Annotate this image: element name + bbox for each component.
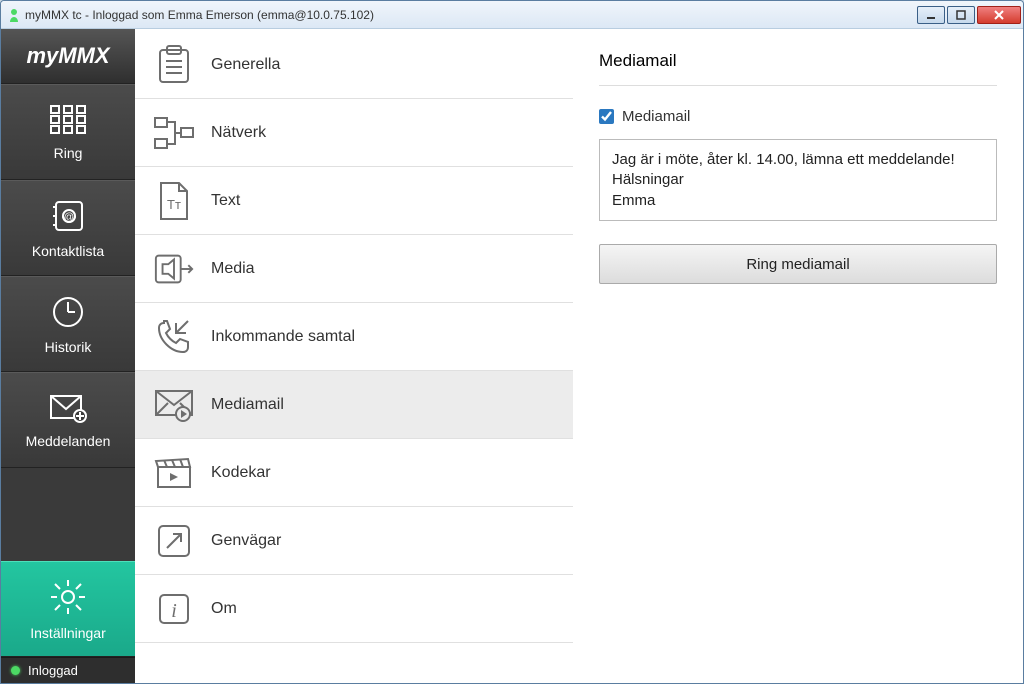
settings-item-incoming[interactable]: Inkommande samtal xyxy=(135,303,573,371)
status-text: Inloggad xyxy=(28,663,78,678)
settings-item-label: Text xyxy=(211,192,240,210)
mediamail-checkbox[interactable] xyxy=(599,109,614,124)
nav-ring[interactable]: Ring xyxy=(1,84,135,180)
settings-item-label: Nätverk xyxy=(211,124,266,142)
checkbox-label: Mediamail xyxy=(622,108,690,125)
content-area: myMMX Ring @ xyxy=(1,29,1023,683)
clapper-icon xyxy=(153,452,195,494)
titlebar: myMMX tc - Inloggad som Emma Emerson (em… xyxy=(1,1,1023,29)
settings-item-media[interactable]: Media xyxy=(135,235,573,303)
speaker-icon xyxy=(153,248,195,290)
ring-mediamail-button[interactable]: Ring mediamail xyxy=(599,244,997,284)
window-controls xyxy=(917,6,1021,24)
settings-item-codecs[interactable]: Kodekar xyxy=(135,439,573,507)
window-title: myMMX tc - Inloggad som Emma Emerson (em… xyxy=(25,8,917,22)
clipboard-icon xyxy=(153,44,195,86)
nav-spacer xyxy=(1,468,135,561)
settings-item-label: Kodekar xyxy=(211,464,271,482)
nav-messages[interactable]: Meddelanden xyxy=(1,372,135,468)
network-icon xyxy=(153,112,195,154)
svg-text:Tᴛ: Tᴛ xyxy=(167,197,181,212)
phone-incoming-icon xyxy=(153,316,195,358)
settings-item-label: Genvägar xyxy=(211,532,281,550)
text-file-icon: Tᴛ xyxy=(153,180,195,222)
envelope-plus-icon xyxy=(48,392,88,427)
app-logo: myMMX xyxy=(1,29,135,84)
gear-icon xyxy=(49,578,87,619)
settings-item-about[interactable]: i Om xyxy=(135,575,573,643)
main-nav: myMMX Ring @ xyxy=(1,29,135,683)
nav-label: Ring xyxy=(54,145,83,161)
address-book-icon: @ xyxy=(50,198,86,237)
mediamail-message-input[interactable] xyxy=(599,139,997,221)
mediamail-checkbox-row[interactable]: Mediamail xyxy=(599,108,997,125)
svg-text:i: i xyxy=(171,600,177,622)
settings-item-network[interactable]: Nätverk xyxy=(135,99,573,167)
nav-label: Historik xyxy=(45,339,92,355)
svg-text:@: @ xyxy=(64,212,74,223)
clock-icon xyxy=(50,294,86,333)
settings-item-label: Media xyxy=(211,260,255,278)
settings-item-label: Inkommande samtal xyxy=(211,328,355,346)
settings-item-text[interactable]: Tᴛ Text xyxy=(135,167,573,235)
nav-label: Kontaktlista xyxy=(32,243,104,259)
detail-heading: Mediamail xyxy=(599,51,997,86)
nav-label: Meddelanden xyxy=(26,433,111,449)
envelope-play-icon xyxy=(153,384,195,426)
dialpad-icon xyxy=(49,104,87,139)
app-window: myMMX tc - Inloggad som Emma Emerson (em… xyxy=(0,0,1024,684)
settings-item-label: Mediamail xyxy=(211,396,284,414)
settings-item-mediamail[interactable]: Mediamail xyxy=(135,371,573,439)
detail-pane: Mediamail Mediamail Ring mediamail xyxy=(573,29,1023,683)
close-button[interactable] xyxy=(977,6,1021,24)
settings-list: Generella Nätverk Tᴛ Text Media xyxy=(135,29,573,683)
presence-icon xyxy=(9,8,19,22)
settings-item-general[interactable]: Generella xyxy=(135,31,573,99)
minimize-button[interactable] xyxy=(917,6,945,24)
nav-contacts[interactable]: @ Kontaktlista xyxy=(1,180,135,276)
nav-history[interactable]: Historik xyxy=(1,276,135,372)
nav-label: Inställningar xyxy=(30,625,106,641)
settings-item-label: Om xyxy=(211,600,237,618)
status-bar: Inloggad xyxy=(1,657,135,683)
shortcut-arrow-icon xyxy=(153,520,195,562)
nav-settings[interactable]: Inställningar xyxy=(1,561,135,657)
settings-item-label: Generella xyxy=(211,56,280,74)
maximize-button[interactable] xyxy=(947,6,975,24)
settings-item-shortcuts[interactable]: Genvägar xyxy=(135,507,573,575)
status-online-icon xyxy=(11,666,20,675)
info-icon: i xyxy=(153,588,195,630)
